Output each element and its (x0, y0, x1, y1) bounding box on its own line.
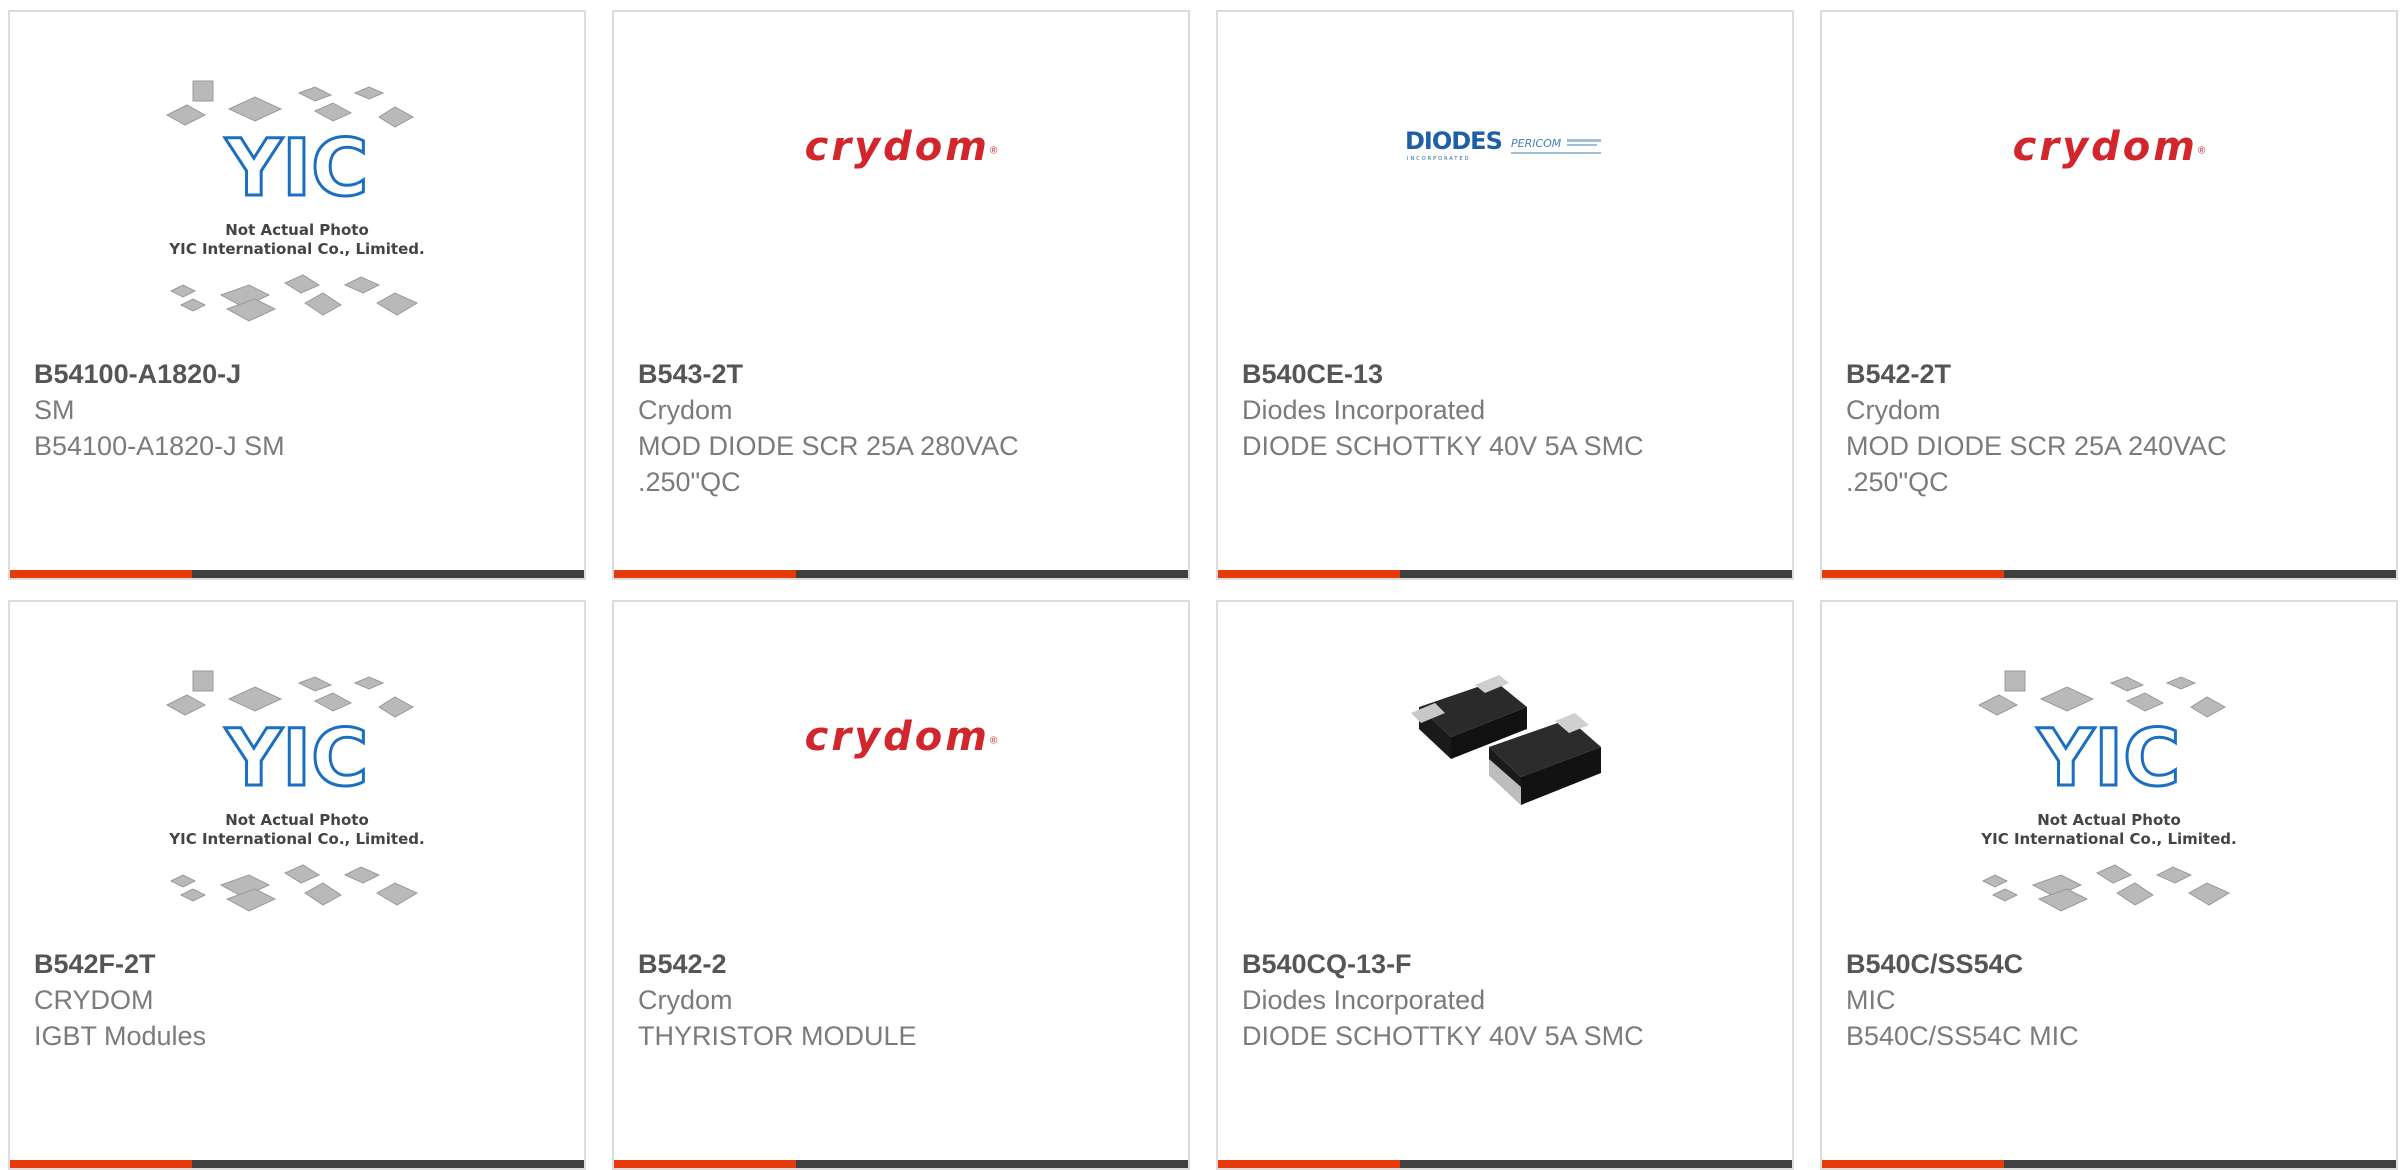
description: IGBT Modules (34, 1021, 207, 1051)
crydom-logo-text: crydom (2012, 124, 2198, 170)
manufacturer: Crydom (1846, 395, 1941, 425)
description: THYRISTOR MODULE (638, 1021, 917, 1051)
product-image-yic-placeholder[interactable]: YIC Not Actual Photo YIC International C… (10, 57, 584, 357)
product-image-crydom-logo[interactable]: crydom® (1822, 57, 2396, 357)
part-number-link[interactable]: B540CE-13 (1242, 356, 1772, 392)
card-bar-accent (1218, 570, 1400, 578)
manufacturer: Diodes Incorporated (1242, 985, 1486, 1015)
description: B540C/SS54C MIC (1846, 1021, 2079, 1051)
product-image-yic-placeholder[interactable]: YIC Not Actual Photo YIC International C… (10, 647, 584, 947)
product-card[interactable]: DIODES INCORPORATED PERICOM B540CE-13 Di… (1216, 10, 1794, 580)
product-card[interactable]: YIC Not Actual Photo YIC International C… (1820, 600, 2398, 1170)
yic-caption-line1: Not Actual Photo (2037, 811, 2181, 829)
diodes-logo: DIODES INCORPORATED PERICOM (1405, 127, 1601, 162)
product-image-yic-placeholder[interactable]: YIC Not Actual Photo YIC International C… (1822, 647, 2396, 947)
description: MOD DIODE SCR 25A 280VAC .250"QC (638, 431, 1019, 497)
pericom-logo-text: PERICOM (1511, 137, 1562, 150)
manufacturer: CRYDOM (34, 985, 154, 1015)
part-number-link[interactable]: B54100-A1820-J (34, 356, 564, 392)
product-card[interactable]: crydom® B542-2T Crydom MOD DIODE SCR 25A… (1820, 10, 2398, 580)
product-image-smc-diode-photo[interactable] (1218, 637, 1792, 947)
product-image-crydom-logo[interactable]: crydom® (614, 647, 1188, 947)
card-bar-accent (614, 570, 796, 578)
yic-placeholder-image: YIC Not Actual Photo YIC International C… (1977, 670, 2237, 912)
product-info: B540C/SS54C MIC B540C/SS54C MIC (1846, 946, 2376, 1054)
yic-placeholder-image: YIC Not Actual Photo YIC International C… (165, 80, 425, 322)
crydom-logo: crydom® (804, 124, 998, 170)
yic-placeholder-image: YIC Not Actual Photo YIC International C… (165, 670, 425, 912)
card-bottom-bar (10, 570, 584, 578)
crydom-logo-text: crydom (804, 124, 990, 170)
description: DIODE SCHOTTKY 40V 5A SMC (1242, 1021, 1644, 1051)
part-number-link[interactable]: B542F-2T (34, 946, 564, 982)
crydom-logo: crydom® (804, 714, 998, 760)
card-bottom-bar (1822, 570, 2396, 578)
yic-caption-line2: YIC International Co., Limited. (1980, 830, 2236, 848)
crydom-logo: crydom® (2012, 124, 2206, 170)
description: B54100-A1820-J SM (34, 431, 285, 461)
product-card[interactable]: B540CQ-13-F Diodes Incorporated DIODE SC… (1216, 600, 1794, 1170)
part-number-link[interactable]: B540CQ-13-F (1242, 946, 1772, 982)
yic-logo-mark: YIC (225, 124, 369, 214)
yic-logo-mark: YIC (2037, 714, 2181, 804)
product-info: B540CQ-13-F Diodes Incorporated DIODE SC… (1242, 946, 1772, 1054)
product-image-diodes-logo[interactable]: DIODES INCORPORATED PERICOM (1218, 57, 1792, 357)
crydom-logo-text: crydom (804, 714, 990, 760)
card-bottom-bar (1218, 570, 1792, 578)
yic-caption-line1: Not Actual Photo (225, 811, 369, 829)
card-bar-accent (1822, 570, 2004, 578)
part-number-link[interactable]: B543-2T (638, 356, 1168, 392)
product-card[interactable]: crydom® B543-2T Crydom MOD DIODE SCR 25A… (612, 10, 1190, 580)
product-image-crydom-logo[interactable]: crydom® (614, 57, 1188, 357)
product-card[interactable]: YIC Not Actual Photo YIC International C… (8, 600, 586, 1170)
product-info: B542F-2T CRYDOM IGBT Modules (34, 946, 564, 1054)
manufacturer: MIC (1846, 985, 1896, 1015)
card-bottom-bar (614, 570, 1188, 578)
product-info: B543-2T Crydom MOD DIODE SCR 25A 280VAC … (638, 356, 1168, 500)
product-info: B54100-A1820-J SM B54100-A1820-J SM (34, 356, 564, 464)
part-number-link[interactable]: B540C/SS54C (1846, 946, 2376, 982)
manufacturer: Crydom (638, 395, 733, 425)
diodes-logo-text: DIODES (1405, 127, 1502, 155)
card-bar-accent (10, 570, 192, 578)
description: DIODE SCHOTTKY 40V 5A SMC (1242, 431, 1644, 461)
product-info: B540CE-13 Diodes Incorporated DIODE SCHO… (1242, 356, 1772, 464)
product-info: B542-2T Crydom MOD DIODE SCR 25A 240VAC … (1846, 356, 2376, 500)
product-card[interactable]: YIC Not Actual Photo YIC International C… (8, 10, 586, 580)
diodes-logo-subtext: INCORPORATED (1407, 156, 1470, 162)
product-grid: YIC Not Actual Photo YIC International C… (8, 10, 2398, 1170)
yic-logo-mark: YIC (225, 714, 369, 804)
part-number-link[interactable]: B542-2T (1846, 356, 2376, 392)
yic-caption-line2: YIC International Co., Limited. (168, 240, 424, 258)
manufacturer: SM (34, 395, 75, 425)
manufacturer: Diodes Incorporated (1242, 395, 1486, 425)
part-number-link[interactable]: B542-2 (638, 946, 1168, 982)
yic-caption-line2: YIC International Co., Limited. (168, 830, 424, 848)
product-info: B542-2 Crydom THYRISTOR MODULE (638, 946, 1168, 1054)
product-card[interactable]: crydom® B542-2 Crydom THYRISTOR MODULE (612, 600, 1190, 1170)
description: MOD DIODE SCR 25A 240VAC .250"QC (1846, 431, 2227, 497)
yic-caption-line1: Not Actual Photo (225, 221, 369, 239)
manufacturer: Crydom (638, 985, 733, 1015)
smc-diode-photo (1405, 637, 1605, 837)
